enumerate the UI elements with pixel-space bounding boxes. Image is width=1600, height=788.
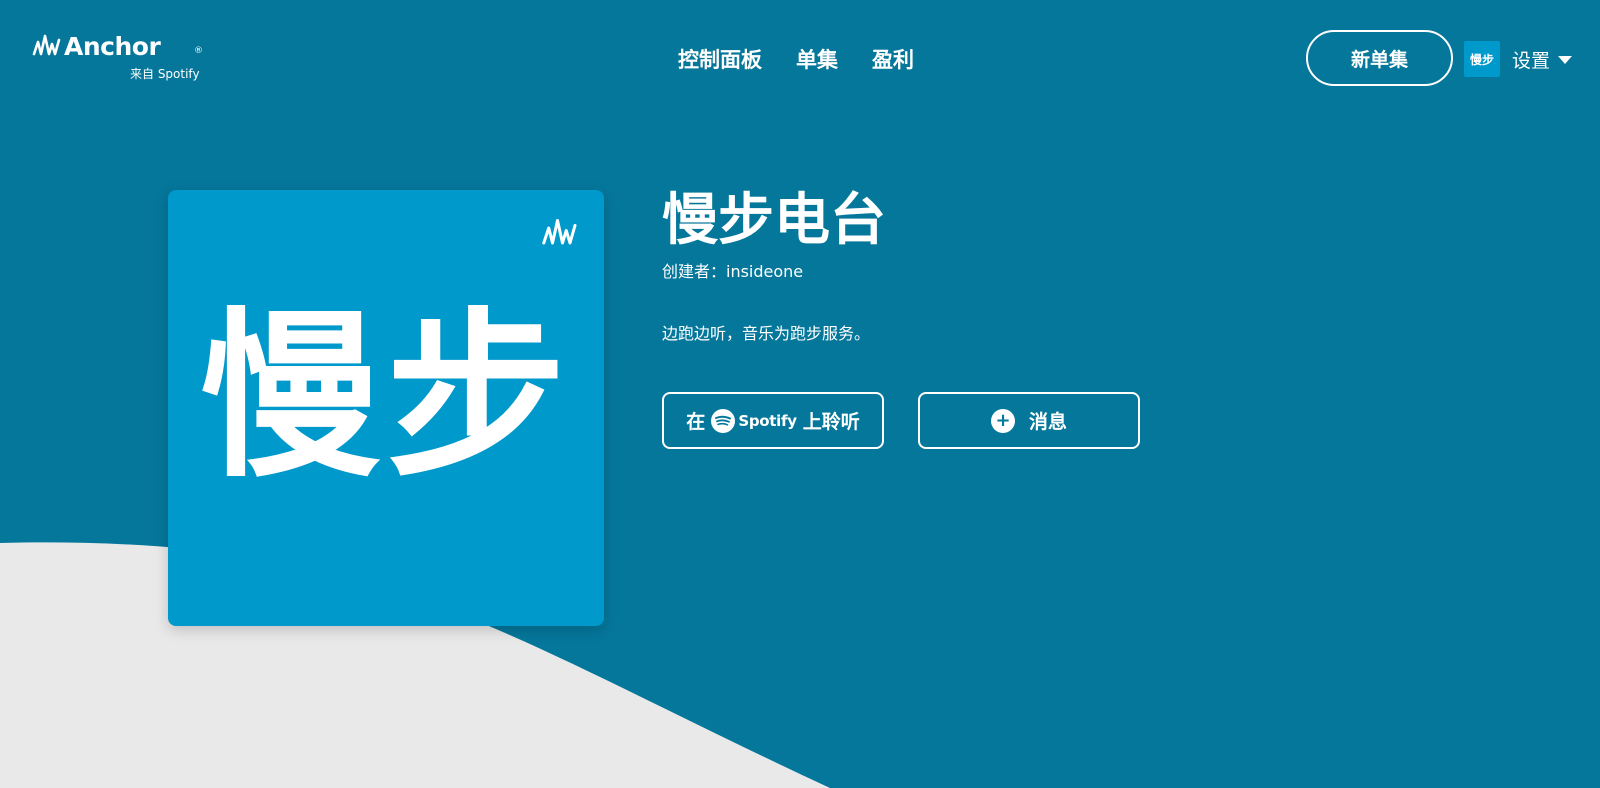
cover-title: 慢步	[199, 293, 572, 502]
podcast-info: 慢步电台 创建者：insideone 边跑边听，音乐为跑步服务。	[662, 190, 886, 344]
brand-subtitle: 来自 Spotify	[130, 67, 200, 81]
plus-chat-icon: +	[990, 408, 1015, 433]
settings-label: 设置	[1512, 50, 1551, 72]
caret-down-icon	[1558, 55, 1573, 64]
top-header: Anchor ® 来自 Spotify 控制面板 单集 盈利 新单集 慢步 设置	[0, 0, 1600, 120]
spotify-icon	[711, 408, 736, 433]
main-nav: 控制面板 单集 盈利	[678, 44, 914, 74]
message-label: 消息	[1028, 411, 1067, 433]
settings-menu[interactable]: 设置	[1512, 46, 1573, 73]
podcast-creator: 创建者：insideone	[662, 261, 804, 281]
spotify-wordmark: Spotify	[738, 411, 797, 430]
new-episode-button[interactable]: 新单集	[1306, 30, 1453, 86]
listen-suffix: 上聆听	[802, 411, 860, 433]
brand-name: Anchor	[64, 32, 161, 61]
nav-item-episodes[interactable]: 单集	[796, 44, 838, 74]
podcast-description: 边跑边听，音乐为跑步服务。	[662, 323, 871, 343]
anchor-logo[interactable]: Anchor ® 来自 Spotify	[32, 32, 203, 82]
message-button[interactable]: + 消息	[918, 392, 1140, 449]
anchor-wave-icon	[542, 219, 577, 245]
listen-on-spotify-button[interactable]: 在 Spotify 上聆听	[662, 392, 884, 449]
podcast-cover-art: 慢步	[168, 190, 604, 626]
anchor-wave-icon	[32, 34, 61, 56]
action-buttons: 在 Spotify 上聆听 + 消息	[662, 392, 1140, 449]
podcast-title: 慢步电台	[662, 188, 886, 253]
nav-item-dashboard[interactable]: 控制面板	[678, 44, 762, 74]
registered-mark: ®	[194, 46, 203, 56]
nav-item-money[interactable]: 盈利	[872, 44, 914, 74]
listen-prefix: 在	[686, 411, 706, 433]
spotify-logo: Spotify	[711, 408, 797, 433]
avatar[interactable]: 慢步	[1464, 41, 1500, 77]
